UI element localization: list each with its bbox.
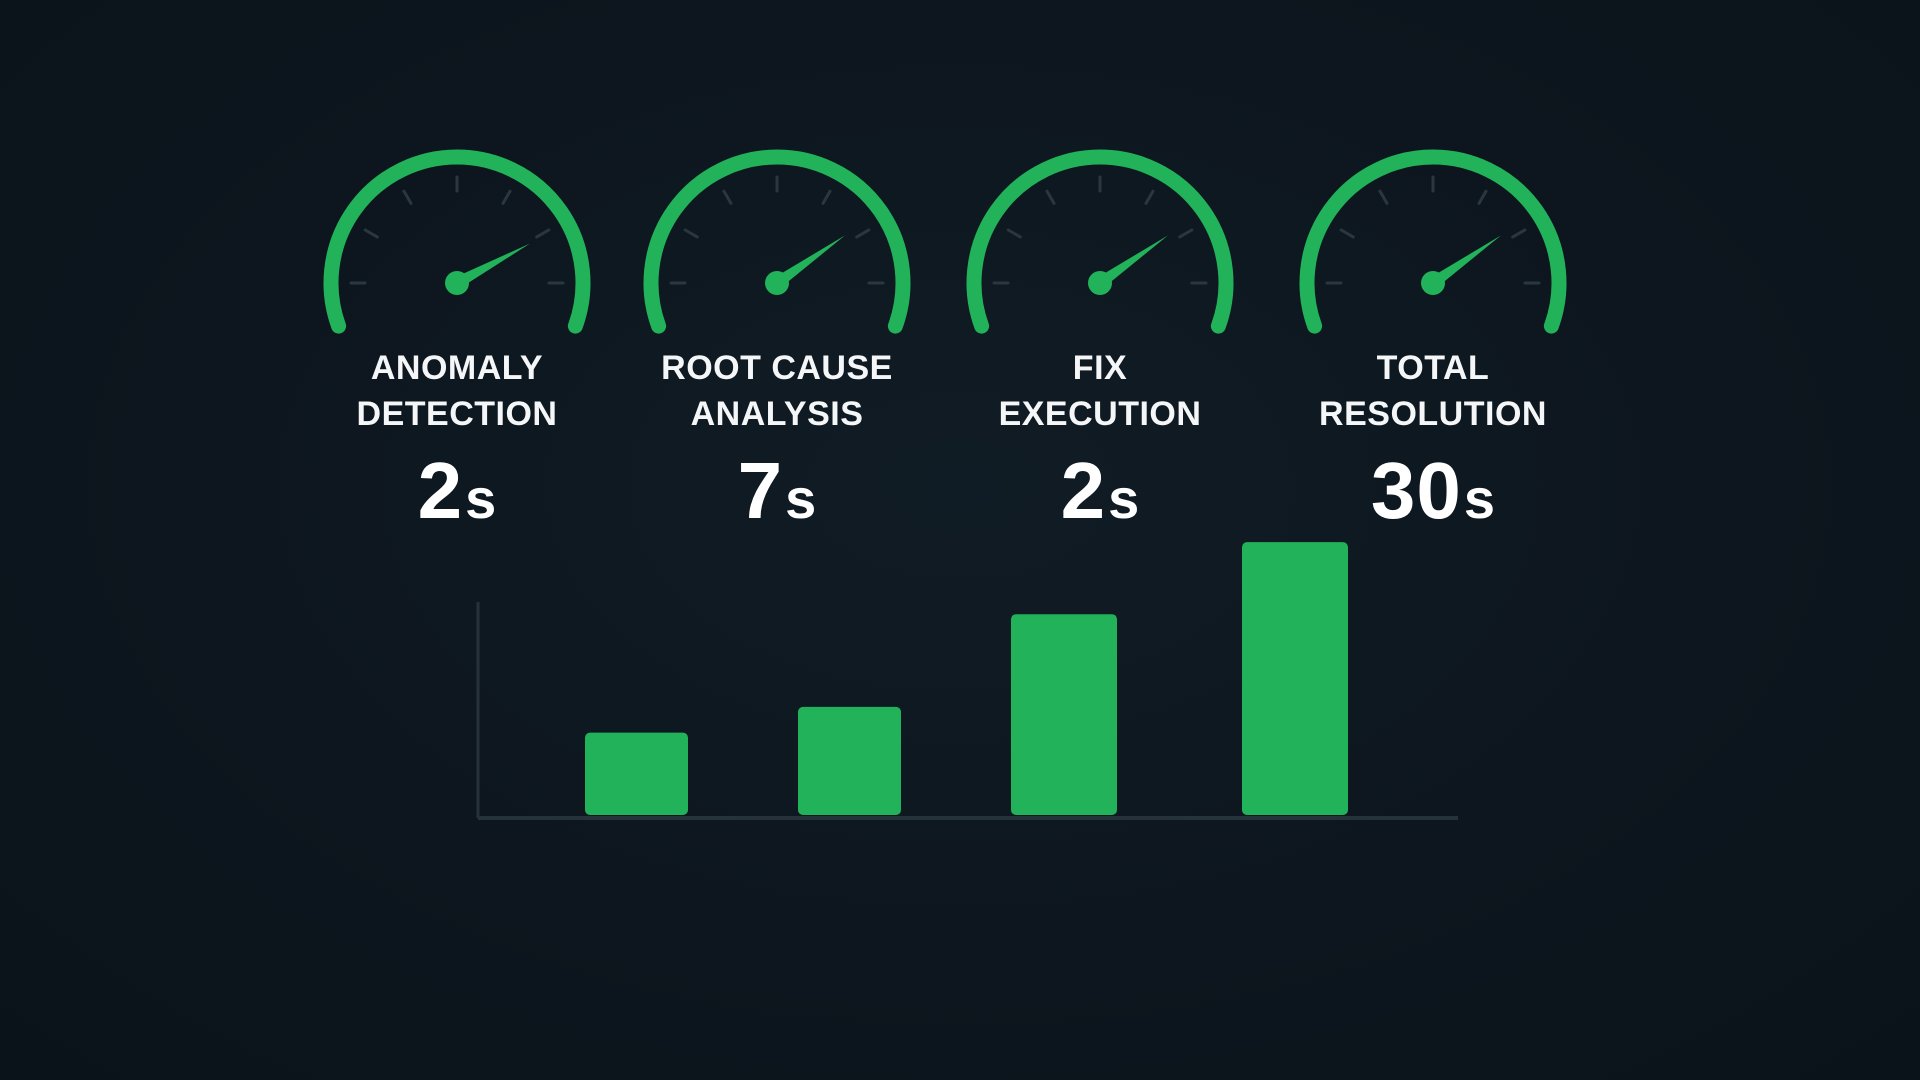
gauge-needle-hub (1088, 271, 1112, 295)
gauge-value-number: 30 (1370, 446, 1462, 535)
bar-4 (1242, 542, 1348, 815)
gauge-label: FIX EXECUTION (998, 349, 1202, 433)
gauge-dial (643, 149, 911, 334)
gauge-dial (323, 149, 591, 334)
gauge-value: 2s (955, 445, 1245, 537)
gauge-tick (1178, 228, 1194, 239)
bar-1 (585, 732, 688, 815)
gauge-tick (535, 228, 551, 239)
gauge-value-unit: s (1463, 467, 1496, 530)
gauge-value: 7s (632, 445, 922, 537)
gauge-tick (402, 189, 413, 205)
gauge-value-number: 2 (1060, 446, 1107, 535)
gauge-label: TOTAL RESOLUTION (1319, 349, 1547, 433)
gauge-value-number: 7 (737, 446, 784, 535)
gauge-tick (1378, 189, 1389, 205)
gauge-needle-hub (765, 271, 789, 295)
bar-2 (798, 706, 901, 815)
gauge-tick (855, 228, 871, 239)
gauge-tick (1511, 228, 1527, 239)
gauge-label: ANOMALY DETECTION (356, 349, 558, 433)
gauge-value-unit: s (465, 467, 497, 530)
gauge-root-cause-analysis: ROOT CAUSE ANALYSIS 7s (632, 140, 922, 560)
gauge-value-number: 2 (417, 446, 464, 535)
gauge-tick (501, 189, 512, 205)
gauge-tick (821, 189, 832, 205)
gauge-needle-hub (445, 271, 469, 295)
bar-3 (1011, 614, 1117, 815)
gauge-needle-hub (1421, 271, 1445, 295)
gauge-dial (966, 149, 1234, 334)
gauge-total-resolution: TOTAL RESOLUTION 30s (1288, 140, 1578, 560)
gauge-anomaly-detection: ANOMALY DETECTION 2s (312, 140, 602, 560)
bar-chart (476, 542, 1458, 820)
gauge-tick (683, 228, 699, 239)
gauge-tick (363, 228, 379, 239)
gauge-value-unit: s (785, 467, 817, 530)
gauge-tick (1045, 189, 1056, 205)
gauge-tick (722, 189, 733, 205)
gauge-dial (1299, 149, 1567, 334)
gauge-tick (1144, 189, 1155, 205)
gauge-fix-execution: FIX EXECUTION 2s (955, 140, 1245, 560)
gauge-label: ROOT CAUSE ANALYSIS (661, 349, 893, 433)
gauge-value: 2s (312, 445, 602, 537)
gauge-value-unit: s (1108, 467, 1140, 530)
gauge-tick (1477, 189, 1488, 205)
gauge-value: 30s (1288, 445, 1578, 537)
gauge-tick (1006, 228, 1022, 239)
gauge-tick (1339, 228, 1355, 239)
